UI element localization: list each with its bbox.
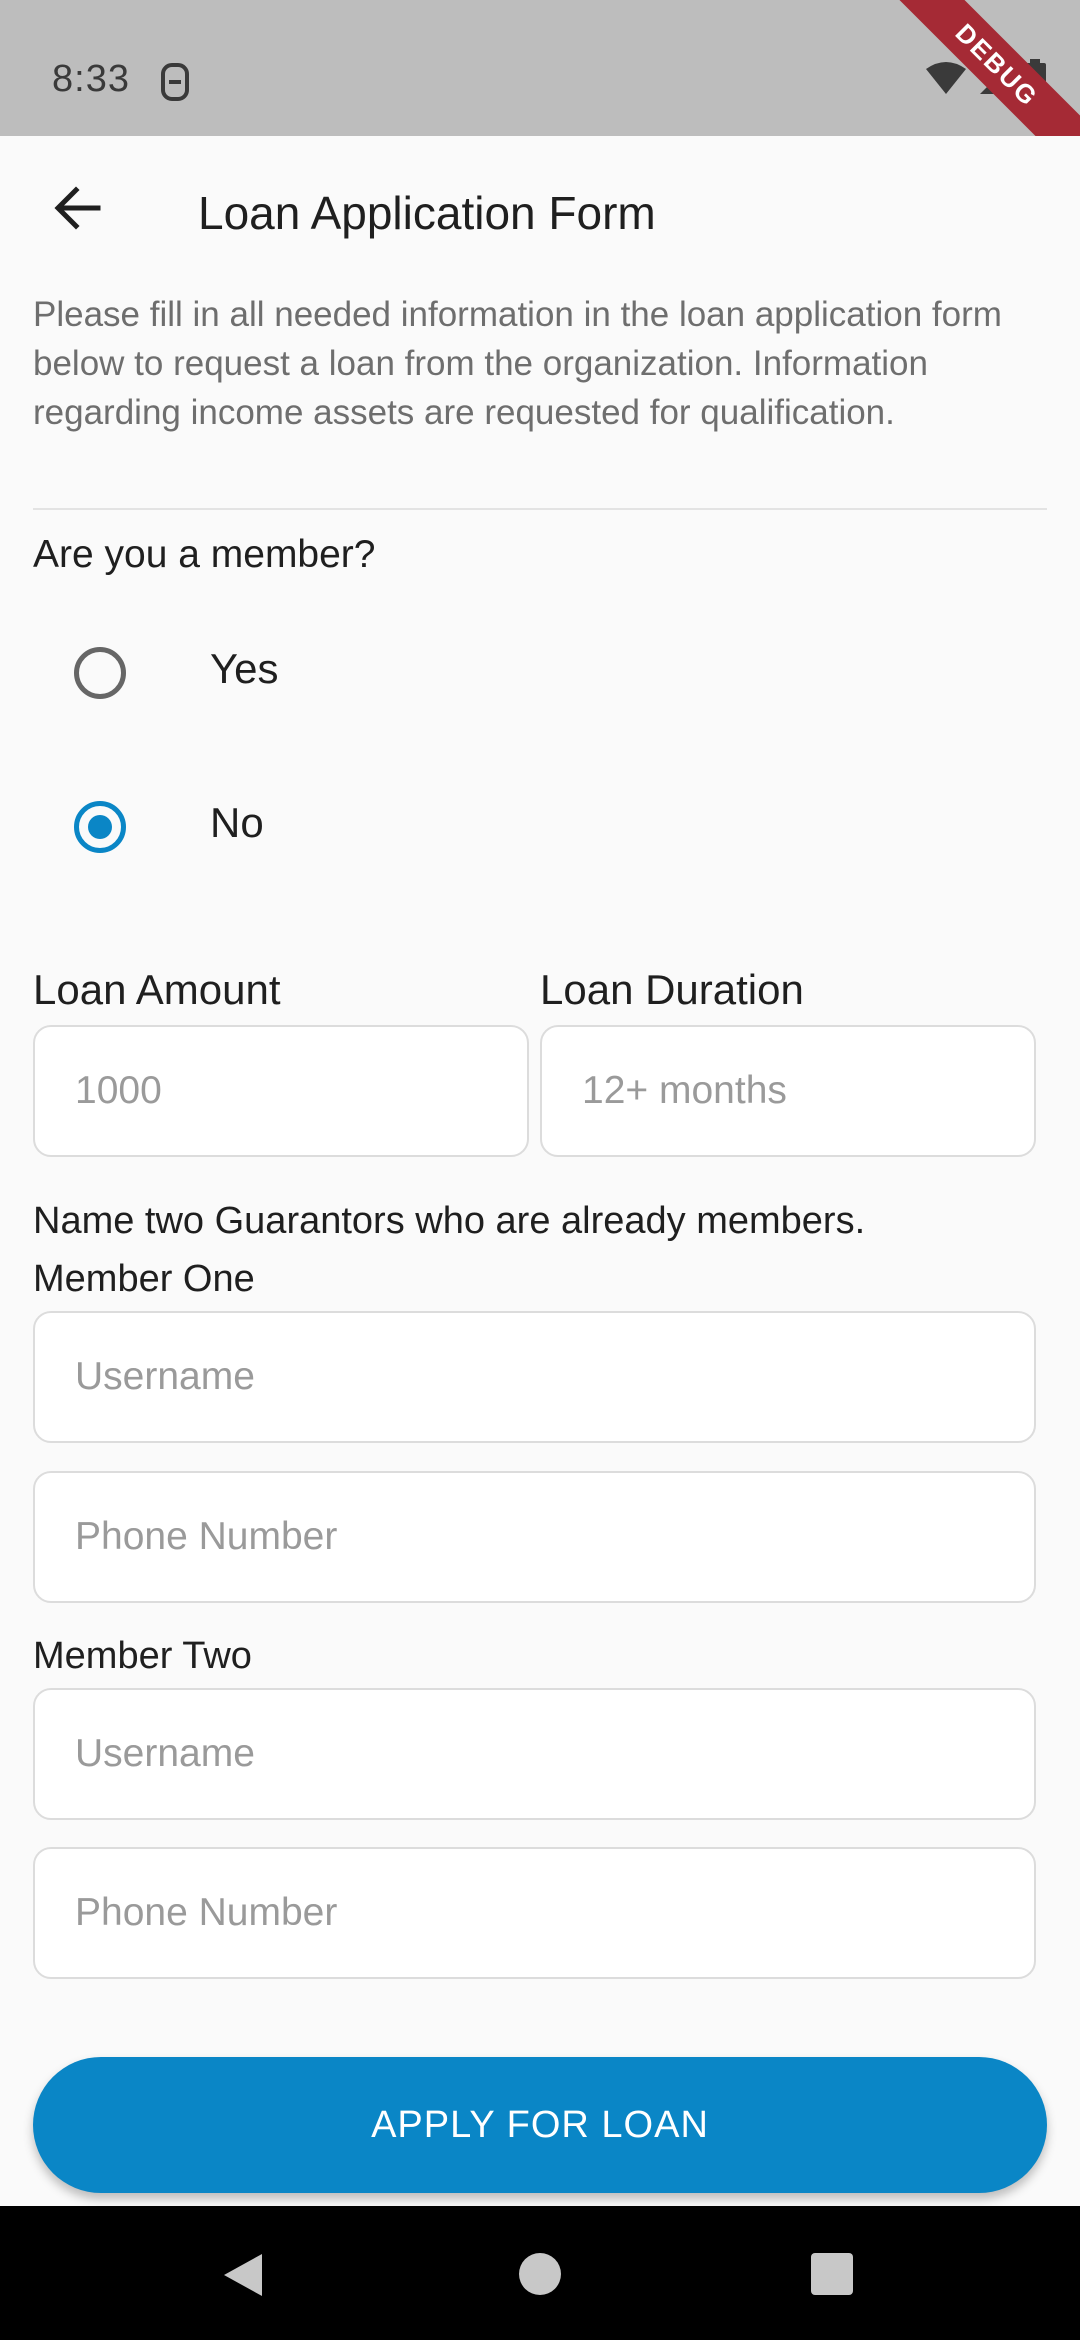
page-title: Loan Application Form	[198, 187, 656, 239]
system-nav-bar	[0, 2206, 1080, 2340]
debug-ribbon: DEBUG	[864, 0, 1080, 136]
radio-label-no: No	[210, 799, 264, 846]
nav-home-icon[interactable]	[519, 2253, 561, 2295]
member-one-username-input[interactable]	[33, 1311, 1036, 1443]
radio-label-yes: Yes	[210, 645, 279, 692]
guarantors-instruction: Name two Guarantors who are already memb…	[33, 1200, 866, 1242]
wifi-icon	[924, 61, 968, 100]
app-bar: Loan Application Form	[0, 136, 1080, 292]
radio-option-no[interactable]: No	[0, 771, 1080, 881]
member-two-label: Member Two	[33, 1635, 252, 1677]
status-bar: 8:33 DEBUG	[0, 0, 1080, 136]
sim-card-icon	[160, 62, 190, 102]
loan-duration-label: Loan Duration	[540, 966, 804, 1013]
radio-checked-icon[interactable]	[74, 801, 126, 853]
apply-for-loan-button[interactable]: APPLY FOR LOAN	[33, 2057, 1047, 2193]
loan-duration-input[interactable]	[540, 1025, 1036, 1157]
radio-unchecked-icon[interactable]	[74, 647, 126, 699]
intro-text: Please fill in all needed information in…	[33, 295, 1002, 432]
radio-option-yes[interactable]: Yes	[0, 617, 1080, 727]
loan-amount-input[interactable]	[33, 1025, 529, 1157]
loan-amount-label: Loan Amount	[33, 966, 281, 1013]
status-time: 8:33	[52, 58, 130, 100]
member-one-label: Member One	[33, 1258, 255, 1300]
membership-question: Are you a member?	[33, 533, 376, 576]
divider	[33, 508, 1047, 510]
back-button[interactable]	[40, 172, 116, 248]
member-two-username-input[interactable]	[33, 1688, 1036, 1820]
back-arrow-icon	[54, 185, 102, 235]
nav-recents-icon[interactable]	[811, 2253, 853, 2295]
member-two-phone-input[interactable]	[33, 1847, 1036, 1979]
member-one-phone-input[interactable]	[33, 1471, 1036, 1603]
radio-dot	[88, 815, 112, 839]
nav-back-icon[interactable]	[222, 2252, 264, 2303]
